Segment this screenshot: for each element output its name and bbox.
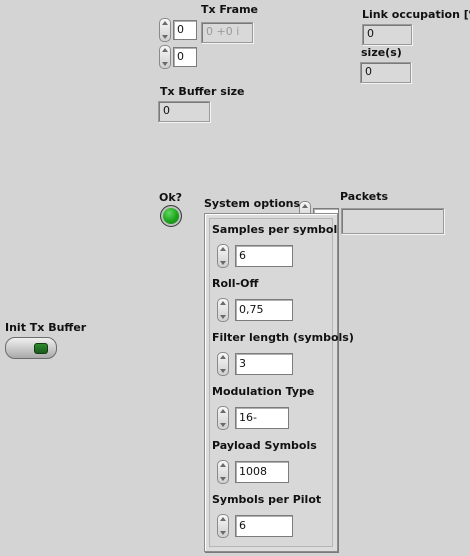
tx-frame-index-2-spinner[interactable] [159,45,171,69]
roll-off-input[interactable]: 0,75 [235,299,293,321]
init-tx-buffer-label: Init Tx Buffer [5,321,87,334]
decrement-arrow-icon[interactable] [162,62,168,66]
packets-value [341,208,444,234]
increment-arrow-icon[interactable] [220,247,226,251]
increment-arrow-icon[interactable] [220,517,226,521]
increment-arrow-icon[interactable] [220,355,226,359]
samples-per-symbol-input[interactable]: 6 [235,245,293,267]
samples-per-symbol-spinner[interactable] [217,244,229,268]
increment-arrow-icon[interactable] [220,409,226,413]
modulation-type-spinner[interactable] [217,406,229,430]
tx-frame-value: 0 +0 i [201,22,253,43]
decrement-arrow-icon[interactable] [220,261,226,265]
increment-arrow-icon[interactable] [162,21,168,25]
modulation-type-input[interactable]: 16- [235,407,289,429]
size-value: 0 [360,62,411,83]
decrement-arrow-icon[interactable] [220,477,226,481]
symbols-per-pilot-label: Symbols per Pilot [212,493,322,506]
system-options-label: System options [204,197,301,210]
tx-frame-index-2-input[interactable]: 0 [173,47,197,67]
increment-arrow-icon[interactable] [220,463,226,467]
tx-frame-index-1-spinner[interactable] [159,18,171,42]
button-led-icon [34,343,48,354]
tx-frame-index-1-input[interactable]: 0 [173,20,197,40]
modulation-type-label: Modulation Type [212,385,315,398]
decrement-arrow-icon[interactable] [220,369,226,373]
increment-arrow-icon[interactable] [220,301,226,305]
link-occupation-label: Link occupation [%] [362,8,470,21]
tx-buffer-size-label: Tx Buffer size [160,85,245,98]
init-tx-buffer-button[interactable] [5,337,57,359]
decrement-arrow-icon[interactable] [220,315,226,319]
decrement-arrow-icon[interactable] [220,423,226,427]
roll-off-spinner[interactable] [217,298,229,322]
ok-label: Ok? [159,191,183,204]
increment-arrow-icon[interactable] [162,48,168,52]
size-label: size(s) [361,46,402,59]
samples-per-symbol-label: Samples per symbol [212,223,338,236]
packets-label: Packets [340,190,388,203]
decrement-arrow-icon[interactable] [220,531,226,535]
tx-buffer-size-value: 0 [158,101,210,122]
payload-symbols-spinner[interactable] [217,460,229,484]
link-occupation-value: 0 [362,24,412,45]
symbols-per-pilot-input[interactable]: 6 [235,515,293,537]
roll-off-label: Roll-Off [212,277,259,290]
payload-symbols-input[interactable]: 1008 [235,461,289,483]
symbols-per-pilot-spinner[interactable] [217,514,229,538]
filter-length-symbols-input[interactable]: 3 [235,353,293,375]
filter-length-symbols-label: Filter length (symbols) [212,331,354,344]
payload-symbols-label: Payload Symbols [212,439,317,452]
ok-led [160,205,182,227]
increment-arrow-icon[interactable] [302,204,308,208]
tx-frame-label: Tx Frame [201,3,259,16]
decrement-arrow-icon[interactable] [162,35,168,39]
filter-length-symbols-spinner[interactable] [217,352,229,376]
